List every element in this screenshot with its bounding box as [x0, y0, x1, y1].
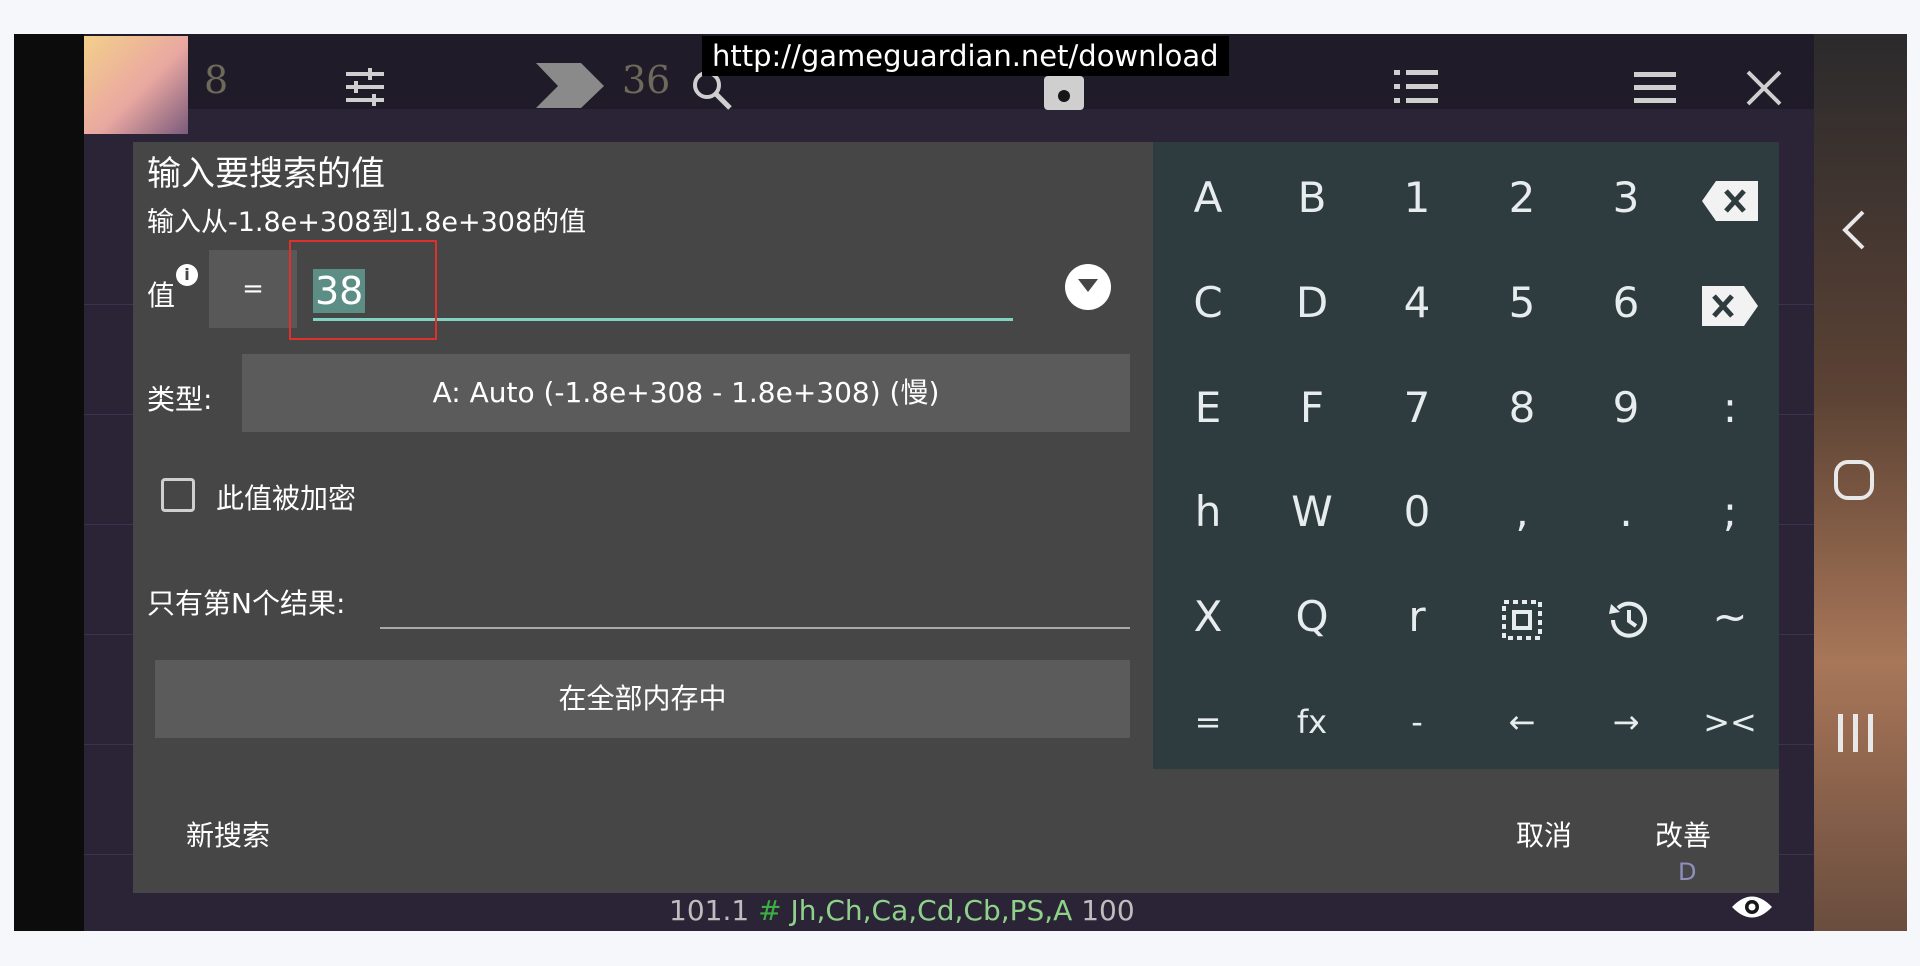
- data-type-marker: D: [1678, 858, 1697, 886]
- key-colon[interactable]: :: [1678, 356, 1782, 460]
- clear-icon: [1702, 285, 1758, 326]
- menu-icon[interactable]: [1634, 70, 1676, 110]
- select-all-key[interactable]: [1470, 565, 1574, 669]
- value-label: 值: [147, 279, 176, 312]
- backspace-key[interactable]: [1678, 146, 1782, 250]
- keypad: A B 1 2 3 C D 4 5 6 E F 7 8 9 : h W 0 , …: [1153, 142, 1779, 769]
- save-icon[interactable]: [1044, 76, 1084, 116]
- status-hash: #: [758, 894, 782, 927]
- key-5[interactable]: 5: [1470, 251, 1574, 355]
- key-tilde[interactable]: ~: [1678, 565, 1782, 669]
- home-nav-icon[interactable]: [1832, 458, 1876, 506]
- search-dialog: 输入要搜索的值 输入从-1.8e+308到1.8e+308的值 值 i = 3 8…: [133, 142, 1779, 893]
- status-count: 100: [1081, 894, 1135, 927]
- nth-result-input[interactable]: [380, 627, 1130, 629]
- cancel-button[interactable]: 取消: [1516, 814, 1572, 854]
- key-fx[interactable]: fx: [1260, 670, 1364, 774]
- backspace-icon: [1702, 180, 1758, 221]
- chevron-down-icon: [1078, 279, 1098, 292]
- key-minus[interactable]: -: [1365, 670, 1469, 774]
- operator-button[interactable]: =: [209, 250, 297, 328]
- key-7[interactable]: 7: [1365, 356, 1469, 460]
- status-value: 101.1: [669, 894, 750, 927]
- key-e[interactable]: E: [1156, 356, 1260, 460]
- key-range[interactable]: ><: [1678, 670, 1782, 774]
- toolbar-count: 36: [622, 58, 671, 102]
- key-left-arrow[interactable]: ←: [1470, 670, 1574, 774]
- key-2[interactable]: 2: [1470, 146, 1574, 250]
- key-1[interactable]: 1: [1365, 146, 1469, 250]
- key-comma[interactable]: ,: [1470, 460, 1574, 564]
- download-url: http://gameguardian.net/download: [702, 36, 1229, 76]
- dialog-subtitle: 输入从-1.8e+308到1.8e+308的值: [147, 207, 587, 238]
- key-semicolon[interactable]: ;: [1678, 460, 1782, 564]
- back-nav-icon[interactable]: [1839, 208, 1869, 256]
- arrow-shape-icon[interactable]: [536, 58, 606, 114]
- key-4[interactable]: 4: [1365, 251, 1469, 355]
- dialog-title: 输入要搜索的值: [147, 154, 385, 194]
- key-w[interactable]: W: [1260, 460, 1364, 564]
- key-8[interactable]: 8: [1470, 356, 1574, 460]
- close-icon[interactable]: [1746, 70, 1782, 112]
- settings-sliders-icon[interactable]: [344, 66, 386, 114]
- key-c[interactable]: C: [1156, 251, 1260, 355]
- new-search-button[interactable]: 新搜索: [186, 814, 270, 854]
- type-label: 类型:: [147, 383, 213, 416]
- key-b[interactable]: B: [1260, 146, 1364, 250]
- key-d[interactable]: D: [1260, 251, 1364, 355]
- status-regions: Jh,Ch,Ca,Cd,Cb,PS,A: [790, 894, 1073, 927]
- highlight-box: [289, 240, 437, 340]
- recents-nav-icon[interactable]: [1836, 712, 1876, 758]
- key-a[interactable]: A: [1156, 146, 1260, 250]
- history-key[interactable]: [1574, 565, 1678, 669]
- refine-button[interactable]: 改善: [1655, 814, 1711, 854]
- history-dropdown-button[interactable]: [1065, 264, 1111, 310]
- eye-icon[interactable]: [1730, 892, 1774, 926]
- key-f[interactable]: F: [1260, 356, 1364, 460]
- app-avatar[interactable]: [84, 36, 188, 134]
- key-q[interactable]: Q: [1260, 565, 1364, 669]
- nth-result-label: 只有第N个结果:: [147, 587, 346, 620]
- encrypted-checkbox[interactable]: [161, 478, 195, 512]
- key-9[interactable]: 9: [1574, 356, 1678, 460]
- encrypted-label: 此值被加密: [216, 482, 357, 515]
- select-all-icon: [1502, 599, 1542, 640]
- list-icon[interactable]: [1394, 68, 1438, 112]
- key-3[interactable]: 3: [1574, 146, 1678, 250]
- info-icon[interactable]: i: [176, 264, 198, 286]
- key-period[interactable]: .: [1574, 460, 1678, 564]
- history-icon: [1609, 601, 1647, 638]
- key-x[interactable]: X: [1156, 565, 1260, 669]
- device-screen: 8 36 http://gameguardian.net/download 输入…: [14, 34, 1907, 931]
- clear-key[interactable]: [1678, 251, 1782, 355]
- left-edge: [14, 34, 84, 931]
- key-r[interactable]: r: [1365, 565, 1469, 669]
- key-equals[interactable]: =: [1156, 670, 1260, 774]
- type-select[interactable]: A: Auto (-1.8e+308 - 1.8e+308) (慢): [242, 354, 1130, 432]
- key-6[interactable]: 6: [1574, 251, 1678, 355]
- key-h[interactable]: h: [1156, 460, 1260, 564]
- toolbar-count: 8: [204, 58, 229, 102]
- key-0[interactable]: 0: [1365, 460, 1469, 564]
- status-line: 101.1 # Jh,Ch,Ca,Cd,Cb,PS,A 100: [669, 894, 1135, 927]
- key-right-arrow[interactable]: →: [1574, 670, 1678, 774]
- memory-region-button[interactable]: 在全部内存中: [155, 660, 1130, 738]
